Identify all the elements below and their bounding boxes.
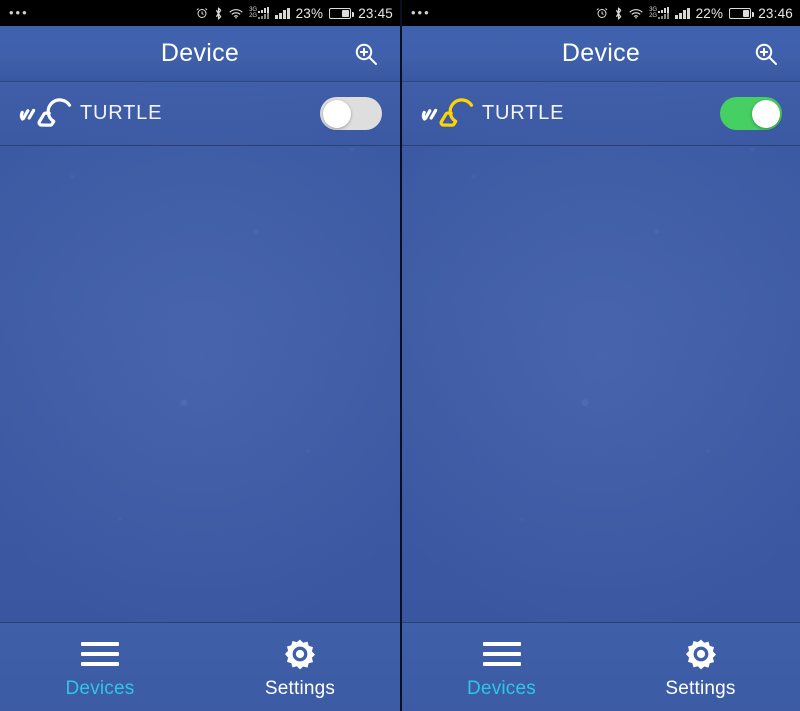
nav-tab-settings[interactable]: Settings — [200, 623, 400, 711]
bluetooth-icon — [614, 6, 623, 20]
status-bar-right-cluster: 3G 2G 22% 23:46 — [596, 6, 793, 21]
mobile-3g-2g-signal-icon: 3G 2G — [249, 7, 270, 19]
app-title-bar: Device — [0, 26, 400, 82]
toggle-knob — [751, 99, 780, 128]
nav-tab-devices-label: Devices — [467, 677, 536, 699]
nav-tab-settings-label: Settings — [264, 677, 336, 699]
bottom-navigation-bar: Devices Settings — [0, 623, 400, 711]
battery-percent-label: 22% — [695, 5, 724, 21]
status-bar-right-cluster: 3G 2G 23% 23:45 — [196, 6, 393, 21]
app-container: Device TURTLE Devices Settings — [0, 26, 400, 711]
zoom-in-search-icon[interactable] — [749, 37, 783, 71]
page-title: Device — [561, 39, 641, 67]
alarm-icon — [196, 7, 208, 19]
status-bar: ••• — [402, 0, 800, 26]
hamburger-menu-icon — [81, 639, 119, 669]
nav-tab-settings-label: Settings — [665, 677, 736, 699]
nav-tab-devices[interactable]: Devices — [402, 623, 601, 711]
phone-screen-left: ••• 3G 2G 23% 23:45 Device TURTLE Device… — [0, 0, 400, 711]
device-list-empty-area — [402, 146, 800, 623]
alarm-icon — [596, 7, 608, 19]
notification-overflow-dots: ••• — [411, 5, 431, 20]
notification-overflow-dots: ••• — [9, 5, 29, 20]
battery-icon — [329, 7, 354, 19]
network-label-secondary: 2G — [249, 13, 258, 19]
battery-icon — [729, 7, 754, 19]
device-name-label: TURTLE — [482, 102, 565, 124]
nav-tab-settings[interactable]: Settings — [601, 623, 800, 711]
network-label-secondary: 2G — [649, 13, 658, 19]
dual-screenshot-comparison: ••• 3G 2G 23% 23:45 Device TURTLE Device… — [0, 0, 800, 711]
nav-tab-devices[interactable]: Devices — [0, 623, 200, 711]
signal-bars-icon — [675, 7, 690, 19]
app-title-bar: Device — [402, 26, 800, 82]
device-list-empty-area — [0, 146, 400, 623]
light-bulb-on-icon — [416, 92, 478, 136]
zoom-in-search-icon[interactable] — [349, 37, 383, 71]
clock-label: 23:46 — [758, 5, 793, 21]
signal-bars-icon — [275, 7, 290, 19]
clock-label: 23:45 — [358, 5, 393, 21]
bottom-navigation-bar: Devices Settings — [402, 623, 800, 711]
bluetooth-icon — [214, 6, 223, 20]
device-list-item[interactable]: TURTLE — [402, 82, 800, 146]
page-title: Device — [160, 39, 240, 67]
device-list-item[interactable]: TURTLE — [0, 82, 400, 146]
phone-screen-right: ••• 3G 2G 22% 23:46 Device TURTLE Device… — [400, 0, 800, 711]
gear-icon — [284, 639, 316, 669]
status-bar: ••• — [0, 0, 400, 26]
app-container: Device TURTLE Devices Settings — [402, 26, 800, 711]
device-name-label: TURTLE — [80, 102, 163, 124]
gear-icon — [685, 639, 717, 669]
battery-percent-label: 23% — [295, 5, 324, 21]
wifi-icon — [629, 8, 643, 19]
light-bulb-off-icon — [14, 92, 76, 136]
device-power-toggle[interactable] — [320, 97, 382, 130]
device-power-toggle[interactable] — [720, 97, 782, 130]
nav-tab-devices-label: Devices — [65, 677, 135, 699]
wifi-icon — [229, 8, 243, 19]
hamburger-menu-icon — [482, 639, 521, 669]
toggle-knob — [322, 99, 351, 128]
mobile-3g-2g-signal-icon: 3G 2G — [649, 7, 670, 19]
